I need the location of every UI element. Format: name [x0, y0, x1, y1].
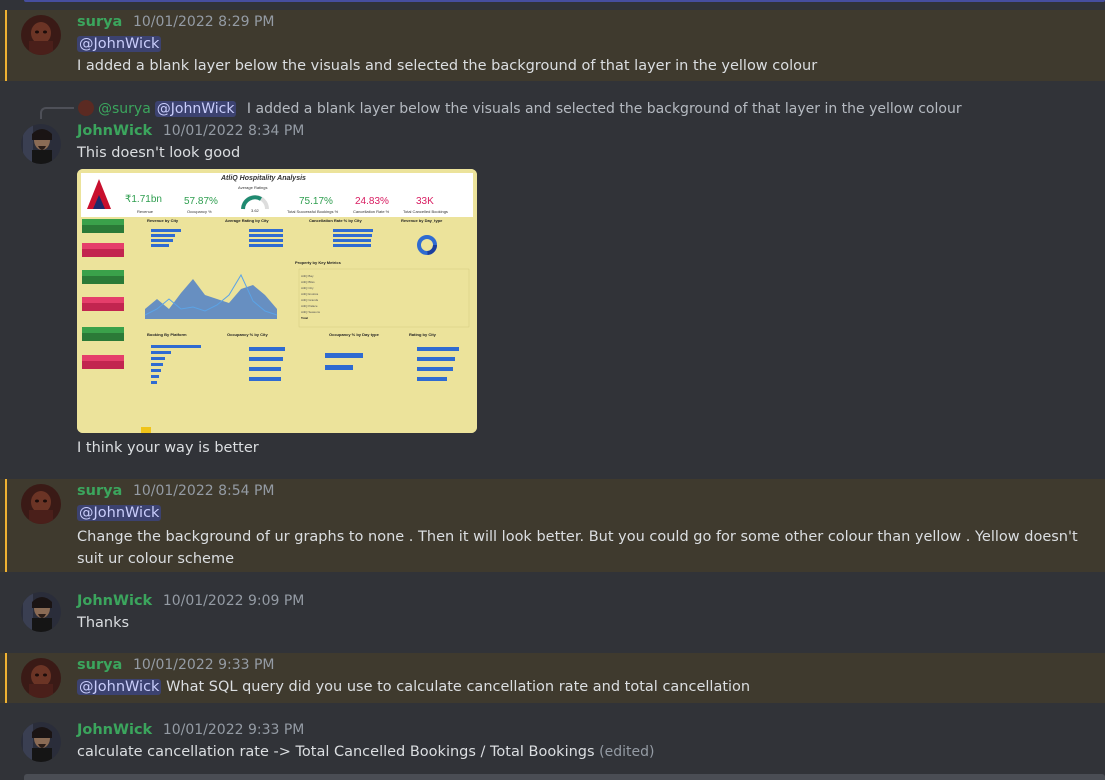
svg-text:Average Rating by City: Average Rating by City	[225, 218, 269, 223]
message-text: calculate cancellation rate -> Total Can…	[77, 744, 595, 760]
author-name[interactable]: JohnWick	[77, 123, 152, 139]
message-text: Thanks	[77, 615, 130, 631]
kpi-success: 75.17%	[299, 196, 333, 207]
kpi-success-label: Total Successful Bookings %	[287, 209, 339, 214]
message-1[interactable]: surya 10/01/2022 8:29 PM @JohnWick I add…	[0, 10, 1105, 81]
svg-text:AtliQ City: AtliQ City	[301, 286, 314, 290]
edited-label: (edited)	[599, 744, 655, 760]
reply-author[interactable]: @surya	[98, 101, 151, 117]
kpi-cancel-label: Cancellation Rate %	[353, 209, 390, 214]
kpi-cancel: 24.83%	[355, 196, 389, 207]
message-text: What SQL query did you use to calculate …	[166, 679, 751, 695]
svg-text:Occupancy % by City: Occupancy % by City	[227, 332, 268, 337]
author-name[interactable]: surya	[77, 657, 122, 673]
author-name[interactable]: JohnWick	[77, 722, 152, 738]
message-text-2: I think your way is better	[77, 440, 259, 456]
message-2[interactable]: @surya @JohnWick I added a blank layer be…	[0, 92, 1105, 466]
avatar-surya[interactable]	[21, 15, 61, 55]
message-5[interactable]: surya 10/01/2022 9:33 PM @JohnWick What …	[0, 653, 1105, 703]
reply-connector	[40, 107, 74, 119]
reply-avatar	[78, 100, 94, 116]
kpi-cancelled: 33K	[416, 196, 434, 207]
svg-text:AtliQ Bay: AtliQ Bay	[301, 274, 314, 278]
reply-mention[interactable]: @JohnWick	[154, 101, 237, 117]
message-header: surya 10/01/2022 8:29 PM	[77, 14, 275, 30]
top-strip	[0, 0, 1105, 4]
kpi-cancelled-label: Total Cancelled Bookings	[403, 209, 448, 214]
kpi-occupancy: 57.87%	[184, 196, 218, 207]
timestamp: 10/01/2022 8:54 PM	[132, 483, 275, 499]
kpi-occupancy-label: Occupancy %	[187, 209, 212, 214]
svg-text:AtliQ Palace: AtliQ Palace	[301, 304, 318, 308]
user-mention[interactable]: @JohnWick	[77, 36, 162, 52]
message-4[interactable]: JohnWick 10/01/2022 9:09 PM Thanks	[0, 588, 1105, 644]
user-mention[interactable]: @JohnWick	[77, 505, 162, 521]
message-line: @JohnWick	[77, 36, 162, 52]
svg-text:Total: Total	[301, 316, 308, 320]
timestamp: 10/01/2022 9:09 PM	[162, 593, 305, 609]
message-3[interactable]: surya 10/01/2022 8:54 PM @JohnWick Chang…	[0, 479, 1105, 572]
message-header: JohnWick 10/01/2022 8:34 PM	[77, 123, 304, 139]
avatar-surya[interactable]	[21, 484, 61, 524]
timestamp: 10/01/2022 9:33 PM	[132, 657, 275, 673]
timestamp: 10/01/2022 8:29 PM	[132, 14, 275, 30]
dashboard-title: AtliQ Hospitality Analysis	[220, 175, 306, 182]
svg-text:Rating by City: Rating by City	[409, 332, 437, 337]
svg-text:AtliQ Grands: AtliQ Grands	[301, 298, 319, 302]
kpi-rating: 3.62	[251, 208, 260, 213]
user-mention[interactable]: @JohnWick	[77, 679, 162, 695]
message-line: calculate cancellation rate -> Total Can…	[77, 744, 654, 760]
kpi-rating-label: Average Ratings	[238, 185, 268, 190]
top-accent	[24, 0, 1105, 2]
author-name[interactable]: surya	[77, 483, 122, 499]
avatar-johnwick[interactable]	[21, 592, 61, 632]
reply-preview[interactable]: @surya @JohnWick I added a blank layer be…	[78, 100, 962, 117]
message-line: @JohnWick What SQL query did you use to …	[77, 679, 750, 695]
svg-text:AtliQ Exotica: AtliQ Exotica	[301, 292, 319, 296]
svg-text:AtliQ Bliss: AtliQ Bliss	[301, 280, 315, 284]
svg-text:AtliQ Seasons: AtliQ Seasons	[301, 310, 321, 314]
message-header: JohnWick 10/01/2022 9:09 PM	[77, 593, 304, 609]
avatar-surya[interactable]	[21, 658, 61, 698]
kpi-revenue-label: Revenue	[137, 209, 154, 214]
svg-text:Revenue by Day_type: Revenue by Day_type	[401, 218, 443, 223]
kpi-revenue: ₹1.71bn	[125, 194, 162, 205]
message-6[interactable]: JohnWick 10/01/2022 9:33 PM calculate ca…	[0, 716, 1105, 774]
avatar-johnwick[interactable]	[21, 722, 61, 762]
author-name[interactable]: surya	[77, 14, 122, 30]
author-name[interactable]: JohnWick	[77, 593, 152, 609]
timestamp: 10/01/2022 9:33 PM	[162, 722, 305, 738]
reply-text: I added a blank layer below the visuals …	[246, 101, 962, 117]
timestamp: 10/01/2022 8:34 PM	[162, 123, 305, 139]
message-line: @JohnWick	[77, 505, 162, 521]
message-text: This doesn't look good	[77, 145, 241, 161]
svg-text:Occupancy % by Day type: Occupancy % by Day type	[329, 332, 380, 337]
message-header: surya 10/01/2022 9:33 PM	[77, 657, 275, 673]
message-text: I added a blank layer below the visuals …	[77, 58, 818, 74]
bottom-strip	[24, 774, 1105, 780]
svg-text:Revenue by City: Revenue by City	[147, 218, 179, 223]
message-header: surya 10/01/2022 8:54 PM	[77, 483, 275, 499]
message-text: Change the background of ur graphs to no…	[77, 529, 1078, 567]
svg-text:Cancellation Rate % by City: Cancellation Rate % by City	[309, 218, 362, 223]
image-attachment[interactable]: AtliQ Hospitality Analysis ₹1.71bn Reven…	[77, 169, 477, 433]
avatar-johnwick[interactable]	[21, 124, 61, 164]
message-header: JohnWick 10/01/2022 9:33 PM	[77, 722, 304, 738]
svg-text:Booking By Platform: Booking By Platform	[147, 332, 187, 337]
svg-text:Property by Key Metrics: Property by Key Metrics	[295, 260, 342, 265]
